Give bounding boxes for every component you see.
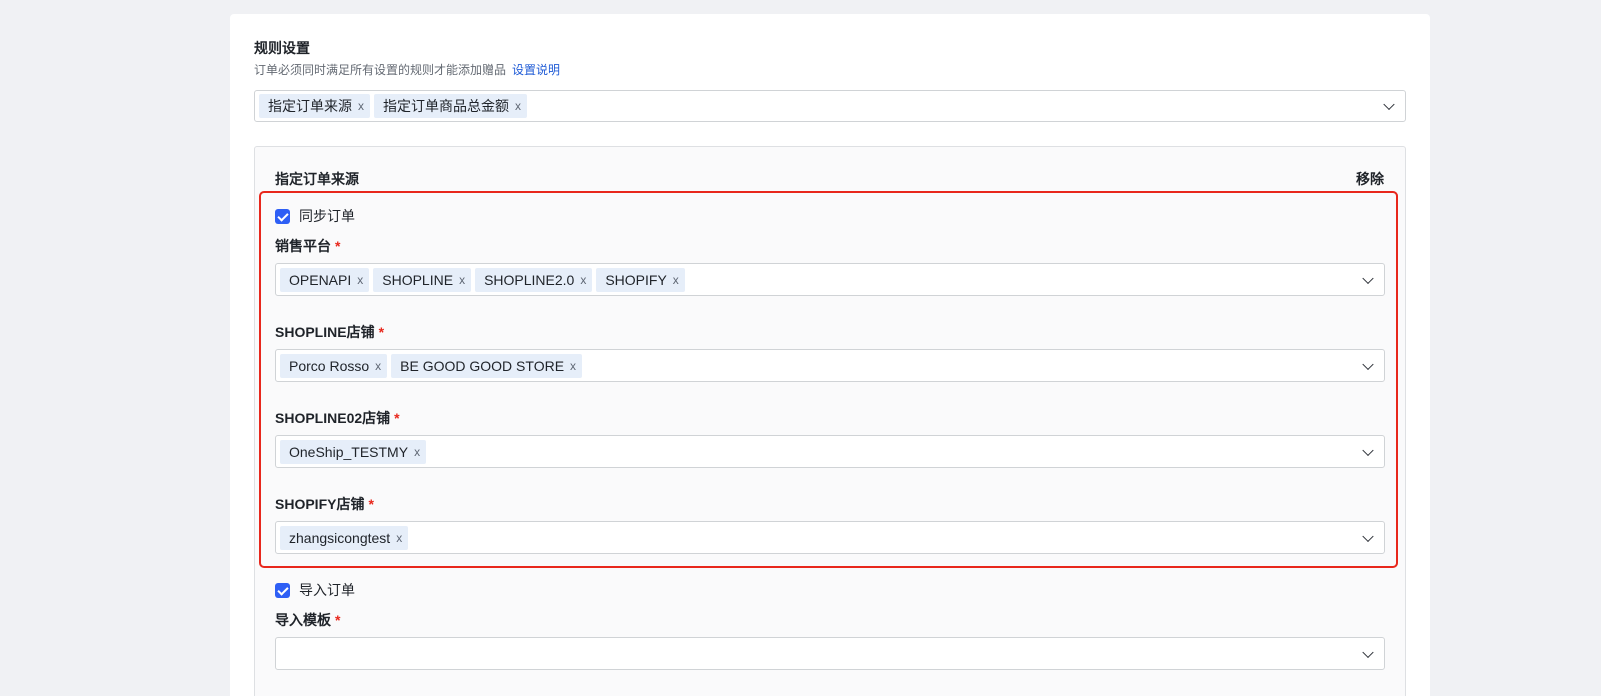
import-template-select[interactable] [275, 637, 1385, 670]
required-mark: * [378, 324, 385, 340]
selected-tag: OPENAPI x [280, 267, 370, 292]
close-icon[interactable]: x [570, 360, 576, 372]
chevron-down-icon[interactable] [1362, 272, 1374, 284]
tag-label: OneShip_TESTMY [289, 443, 409, 460]
close-icon[interactable]: x [414, 446, 420, 458]
platform-label: 销售平台 * [275, 236, 340, 256]
selected-tag: 指定订单商品总金额 x [374, 94, 527, 118]
import-template-label-text: 导入模板 [275, 612, 331, 628]
close-icon[interactable]: x [375, 360, 381, 372]
required-mark: * [335, 238, 341, 254]
close-icon[interactable]: x [459, 274, 465, 286]
shopline-store-select[interactable]: Porco Rosso x BE GOOD GOOD STORE x [275, 349, 1385, 382]
tag-label: SHOPIFY [605, 271, 667, 288]
required-mark: * [368, 496, 374, 512]
tag-label: Porco Rosso [289, 357, 370, 374]
rules-tag-list: 指定订单来源 x 指定订单商品总金额 x [259, 94, 531, 118]
selected-tag: OneShip_TESTMY x [280, 439, 427, 464]
rule-settings-description: 订单必须同时满足所有设置的规则才能添加赠品 设置说明 [254, 61, 560, 78]
close-icon[interactable]: x [357, 274, 363, 286]
shopline02-store-tag-list: OneShip_TESTMY x [280, 439, 430, 464]
checkbox-checked-icon[interactable] [275, 208, 290, 224]
selected-tag: BE GOOD GOOD STORE x [391, 353, 583, 378]
shopify-store-tag-list: zhangsicongtest x [280, 525, 412, 550]
selected-tag: SHOPLINE x [373, 267, 472, 292]
chevron-down-icon[interactable] [1362, 530, 1374, 542]
import-orders-label: 导入订单 [299, 582, 355, 598]
sync-orders-label: 同步订单 [299, 208, 355, 224]
chevron-down-icon[interactable] [1362, 358, 1374, 370]
tag-label: BE GOOD GOOD STORE [400, 357, 565, 374]
selected-tag: zhangsicongtest x [280, 525, 409, 550]
import-orders-checkbox-row[interactable]: 导入订单 [275, 580, 355, 600]
tag-label: OPENAPI [289, 271, 352, 288]
shopline02-store-select[interactable]: OneShip_TESTMY x [275, 435, 1385, 468]
tag-label: 指定订单来源 [268, 98, 352, 114]
shopify-store-label-text: SHOPIFY店铺 [275, 496, 365, 512]
shopline02-store-label: SHOPLINE02店铺 * [275, 408, 400, 428]
close-icon[interactable]: x [580, 274, 586, 286]
tag-label: zhangsicongtest [289, 529, 391, 546]
platform-label-text: 销售平台 [275, 238, 331, 254]
chevron-down-icon[interactable] [1383, 98, 1395, 111]
selected-tag: 指定订单来源 x [259, 94, 370, 118]
required-mark: * [394, 410, 400, 426]
tag-label: 指定订单商品总金额 [383, 98, 509, 114]
import-template-label: 导入模板 * [275, 610, 340, 630]
required-mark: * [335, 612, 341, 628]
description-text: 订单必须同时满足所有设置的规则才能添加赠品 [254, 63, 507, 77]
shopline-store-label-text: SHOPLINE店铺 [275, 324, 375, 340]
chevron-down-icon[interactable] [1362, 444, 1374, 456]
tag-label: SHOPLINE2.0 [484, 271, 575, 288]
close-icon[interactable]: x [515, 100, 521, 112]
close-icon[interactable]: x [358, 100, 364, 112]
shopify-store-select[interactable]: zhangsicongtest x [275, 521, 1385, 554]
sync-orders-checkbox-row[interactable]: 同步订单 [275, 206, 355, 226]
close-icon[interactable]: x [396, 532, 402, 544]
selected-tag: SHOPLINE2.0 x [475, 267, 593, 292]
shopline02-store-label-text: SHOPLINE02店铺 [275, 410, 391, 426]
rules-select[interactable]: 指定订单来源 x 指定订单商品总金额 x [254, 90, 1406, 122]
close-icon[interactable]: x [673, 274, 679, 286]
selected-tag: SHOPIFY x [596, 267, 685, 292]
chevron-down-icon[interactable] [1362, 646, 1374, 658]
checkbox-checked-icon[interactable] [275, 582, 290, 598]
rule-settings-title: 规则设置 [254, 40, 310, 56]
shopline-store-tag-list: Porco Rosso x BE GOOD GOOD STORE x [280, 353, 586, 378]
shopify-store-label: SHOPIFY店铺 * [275, 494, 374, 514]
order-source-title: 指定订单来源 [275, 171, 359, 187]
shopline-store-label: SHOPLINE店铺 * [275, 322, 384, 342]
platform-select[interactable]: OPENAPI x SHOPLINE x SHOPLINE2.0 x SHOPIFY x [275, 263, 1385, 296]
platform-tag-list: OPENAPI x SHOPLINE x SHOPLINE2.0 x SHOPIFY x [280, 267, 689, 292]
tag-label: SHOPLINE [382, 271, 454, 288]
help-link[interactable]: 设置说明 [512, 63, 560, 77]
selected-tag: Porco Rosso x [280, 353, 388, 378]
remove-button[interactable]: 移除 [1356, 169, 1384, 189]
